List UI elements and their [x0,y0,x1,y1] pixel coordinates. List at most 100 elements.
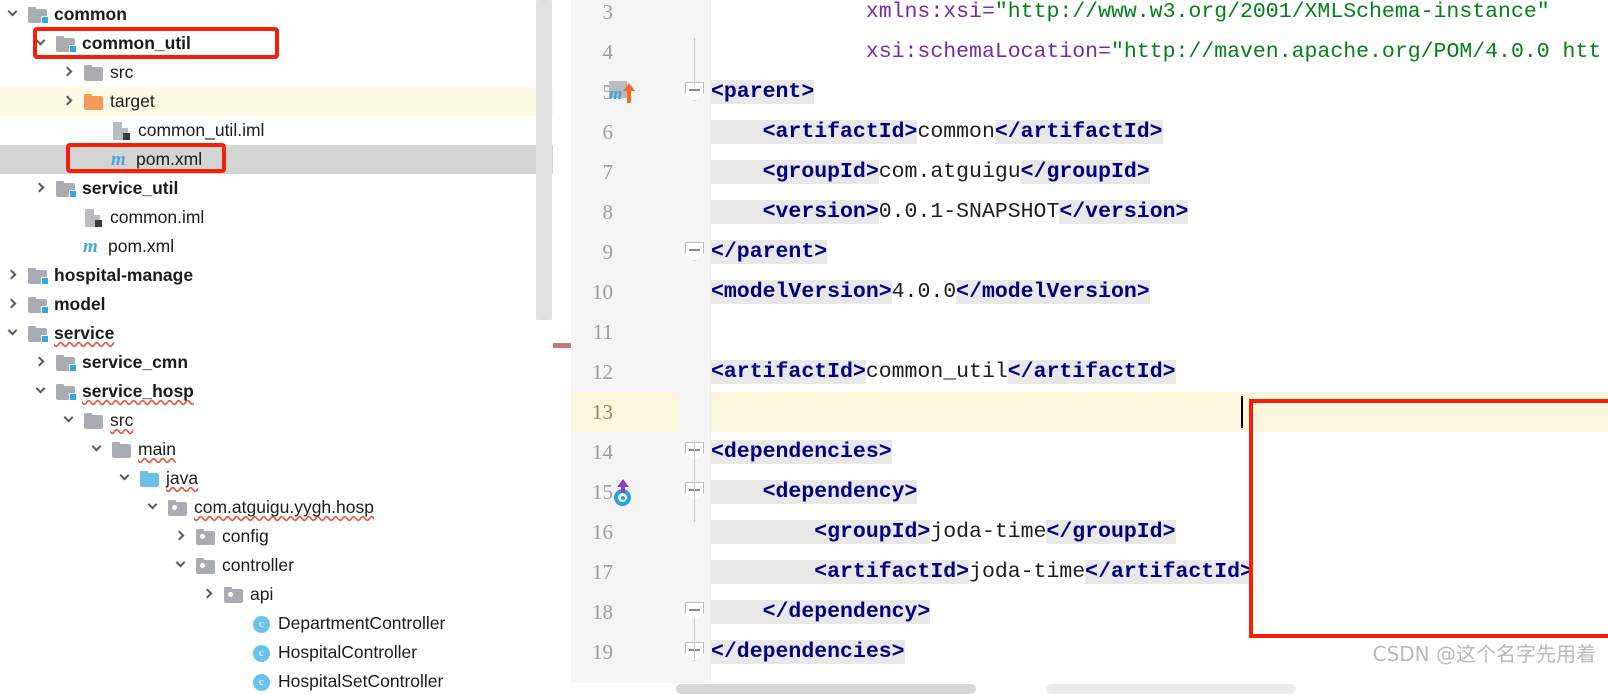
tree-item-service[interactable]: service [0,319,553,348]
code-line[interactable]: <artifactId>common</artifactId> [711,112,1608,152]
chevron-right-icon[interactable] [62,64,79,81]
chevron-right-icon[interactable] [62,93,79,110]
code-token: = [1098,40,1111,64]
code-token: <artifactId> [762,120,918,144]
line-number: 7 [602,160,614,184]
tree-item-model[interactable]: model [0,290,553,319]
gutter-line[interactable]: 10 [571,272,679,312]
code-token: <dependency> [762,480,918,504]
chevron-right-icon[interactable] [34,180,51,197]
gutter-line[interactable]: 3 [571,0,679,32]
code-line[interactable]: <dependencies> [711,432,1608,472]
code-token: xmlns:xsi [865,0,982,24]
gutter-line[interactable]: 6 [571,112,679,152]
gutter-line[interactable]: 12 [571,352,679,392]
chevron-down-icon[interactable] [90,441,107,458]
gutter-line[interactable]: 9 [571,232,679,272]
editor-horizontal-scrollbar[interactable] [571,683,1608,695]
code-line[interactable]: <modelVersion>4.0.0</modelVersion> [711,272,1608,312]
code-line[interactable]: </parent> [711,232,1608,272]
gutter-line[interactable]: 17 [571,552,679,592]
chevron-down-icon[interactable] [6,6,23,23]
gutter-line[interactable]: 8 [571,192,679,232]
tree-item-common-util-iml[interactable]: common_util.iml [0,116,553,145]
code-editor[interactable]: 3 4 5 m 6 7 8 9 10 11 12 13 14 15 16 17 18 19 xmlns:xsi="… [571,0,1608,695]
tree-item-service-cmn[interactable]: service_cmn [0,348,553,377]
code-line[interactable] [711,312,1608,352]
editor-marker-strip[interactable] [553,0,571,695]
text-caret [1241,396,1243,428]
gutter-line[interactable]: 4 [571,32,679,72]
chevron-down-icon[interactable] [174,557,191,574]
editor-code-area[interactable]: xmlns:xsi="http://www.w3.org/2001/XMLSch… [711,0,1608,695]
chevron-down-icon[interactable] [34,383,51,400]
java-class-icon: c [251,672,273,692]
tree-item-hospital-manage[interactable]: hospital-manage [0,261,553,290]
code-line[interactable]: <version>0.0.1-SNAPSHOT</version> [711,192,1608,232]
chevron-right-icon[interactable] [6,267,23,284]
chevron-down-icon[interactable] [34,35,51,52]
code-line[interactable]: xmlns:xsi="http://www.w3.org/2001/XMLSch… [711,0,1608,32]
editor-fold-rail[interactable] [679,0,711,695]
error-marker[interactable] [553,343,571,348]
tree-item-service-hosp[interactable]: service_hosp [0,377,553,406]
code-line[interactable]: <dependency> [711,472,1608,512]
editor-gutter[interactable]: 3 4 5 m 6 7 8 9 10 11 12 13 14 15 16 17 18 19 [571,0,679,695]
chevron-down-icon[interactable] [146,499,163,516]
gutter-line[interactable]: 15 [571,472,679,512]
folder-icon [111,440,133,460]
tree-item-pom-xml[interactable]: m pom.xml [0,145,553,174]
gutter-line[interactable]: 5m [571,72,679,112]
code-line[interactable]: <parent> [711,72,1608,112]
code-line[interactable]: </dependency> [711,592,1608,632]
chevron-right-icon[interactable] [34,354,51,371]
gutter-line[interactable]: 16 [571,512,679,552]
tree-item-common[interactable]: common [0,0,553,29]
gutter-line[interactable]: 7 [571,152,679,192]
project-tree-scrollbar[interactable] [536,0,552,320]
chevron-down-icon[interactable] [118,470,135,487]
chevron-right-icon[interactable] [6,296,23,313]
tree-item-common-iml[interactable]: common.iml [0,203,553,232]
line-number: 15 [592,480,613,504]
code-line[interactable]: <artifactId>common_util</artifactId> [711,352,1608,392]
tree-item-java[interactable]: java [0,464,553,493]
code-token: <dependencies> [711,440,892,464]
tree-item-controller[interactable]: controller [0,551,553,580]
tree-item-src[interactable]: src [0,58,553,87]
tree-item-src[interactable]: src [0,406,553,435]
code-line[interactable]: xsi:schemaLocation="http://maven.apache.… [711,32,1608,72]
project-tree[interactable]: common common_util src target common_util.im… [0,0,553,695]
tree-item-com-atguigu-yygh-hosp[interactable]: com.atguigu.yygh.hosp [0,493,553,522]
gutter-line[interactable]: 18 [571,592,679,632]
editor-hscroll-thumb[interactable] [676,684,976,694]
tree-item-config[interactable]: config [0,522,553,551]
tree-item-common-util[interactable]: common_util [0,29,553,58]
tree-item-hospitalcontroller[interactable]: c HospitalController [0,638,553,667]
chevron-right-icon[interactable] [202,586,219,603]
tree-item-service-util[interactable]: service_util [0,174,553,203]
gutter-line[interactable]: 14 [571,432,679,472]
tree-item-target[interactable]: target [0,87,553,116]
chevron-right-icon[interactable] [174,528,191,545]
project-tool-window[interactable]: common common_util src target common_util.im… [0,0,553,695]
chevron-down-icon[interactable] [62,412,79,429]
code-line[interactable]: <groupId>com.atguigu</groupId> [711,152,1608,192]
chevron-down-icon[interactable] [6,325,23,342]
code-token: </groupId> [1020,160,1150,184]
code-line[interactable]: <artifactId>joda-time</artifactId> [711,552,1608,592]
editor-hscroll-thumb-secondary[interactable] [1046,684,1296,694]
download-dependency-icon[interactable] [611,479,639,506]
code-line[interactable] [711,392,1608,432]
code-line[interactable]: <groupId>joda-time</groupId> [711,512,1608,552]
tree-item-api[interactable]: api [0,580,553,609]
maven-parent-icon[interactable]: m [609,81,641,105]
tree-item-pom-xml[interactable]: m pom.xml [0,232,553,261]
gutter-line[interactable]: 13 [571,392,679,432]
tree-item-departmentcontroller[interactable]: c DepartmentController [0,609,553,638]
gutter-line[interactable]: 11 [571,312,679,352]
code-fold-toggle[interactable] [685,242,704,261]
tree-item-main[interactable]: main [0,435,553,464]
gutter-line[interactable]: 19 [571,632,679,672]
tree-item-hospitalsetcontroller[interactable]: c HospitalSetController [0,667,553,695]
